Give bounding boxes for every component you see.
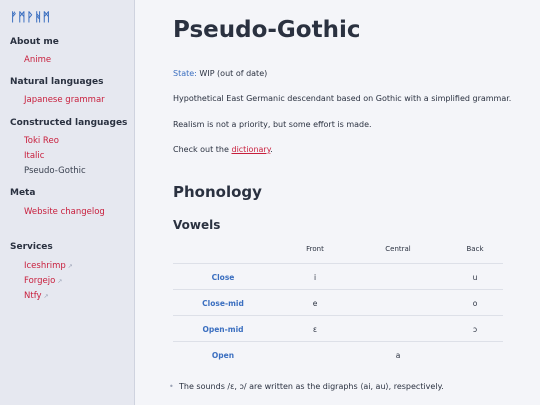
description-text: Hypothetical East Germanic descendant ba… — [173, 94, 512, 103]
sidebar-item-label: Iceshrimp — [24, 261, 66, 271]
vowel-cell: ɔ — [472, 325, 478, 334]
main-content: Pseudo-Gothic State: WIP (out of date) H… — [135, 0, 540, 405]
sidebar-section-meta: Meta — [10, 188, 36, 198]
external-link-icon: ↗ — [43, 293, 49, 300]
sidebar-item-anime[interactable]: Anime — [24, 55, 51, 65]
column-header-back: Back — [466, 245, 484, 253]
check-out-text: Check out the — [173, 145, 229, 154]
row-header-close-mid: Close-mid — [202, 299, 244, 308]
external-link-icon: ↗ — [67, 263, 73, 270]
vowel-cell: u — [472, 273, 478, 282]
row-header-close: Close — [211, 273, 235, 282]
vowel-cell: i — [313, 273, 317, 282]
vowel-cell: ɛ — [312, 325, 318, 334]
column-header-front: Front — [306, 245, 324, 253]
vowel-cell: o — [472, 299, 478, 308]
sidebar-item-label: Forgejo — [24, 276, 56, 286]
sidebar-item-italic[interactable]: Italic — [24, 151, 44, 161]
external-link-icon: ↗ — [57, 278, 63, 285]
period-text: . — [270, 145, 273, 154]
phonology-heading: Phonology — [173, 183, 262, 201]
list-item: The sounds /ɛ, ɔ/ are written as the dig… — [169, 382, 444, 391]
sidebar-section-about-me: About me — [10, 37, 59, 47]
sidebar-item-japanese-grammar[interactable]: Japanese grammar — [24, 95, 105, 105]
sidebar-item-pseudo-gothic[interactable]: Pseudo-Gothic — [24, 166, 86, 176]
vowel-cell: e — [312, 299, 318, 308]
sidebar-section-constructed-languages: Constructed languages — [10, 118, 128, 128]
state-label: State: — [173, 69, 197, 78]
page-title: Pseudo-Gothic — [173, 17, 361, 43]
table-row: Close-mid e o — [173, 289, 503, 315]
sidebar: ᚠᛗᚹᚻᛗ About me Anime Natural languages J… — [0, 0, 135, 405]
sidebar-item-forgejo[interactable]: Forgejo ↗ — [24, 276, 62, 286]
sidebar-section-services: Services — [10, 242, 53, 252]
realism-text: Realism is not a priority, but some effo… — [173, 120, 372, 129]
sidebar-item-toki-reo[interactable]: Toki Reo — [24, 136, 59, 146]
sidebar-item-ntfy[interactable]: Ntfy ↗ — [24, 291, 49, 301]
dictionary-line: Check out the dictionary. — [173, 145, 273, 154]
state-value: WIP (out of date) — [199, 69, 268, 78]
table-row: Open a — [173, 341, 503, 367]
state-line: State: WIP (out of date) — [173, 69, 267, 78]
site-logo[interactable]: ᚠᛗᚹᚻᛗ — [10, 10, 51, 24]
table-row: Close i u — [173, 263, 503, 289]
dictionary-link[interactable]: dictionary — [231, 145, 270, 154]
sidebar-section-natural-languages: Natural languages — [10, 77, 104, 87]
sidebar-item-iceshrimp[interactable]: Iceshrimp ↗ — [24, 261, 73, 271]
table-row: Open-mid ɛ ɔ — [173, 315, 503, 341]
sidebar-item-website-changelog[interactable]: Website changelog — [24, 207, 105, 217]
vowels-heading: Vowels — [173, 218, 221, 232]
vowel-cell: a — [395, 351, 401, 360]
row-header-open: Open — [211, 351, 235, 360]
column-header-central: Central — [385, 245, 411, 253]
sidebar-item-label: Ntfy — [24, 291, 42, 301]
row-header-open-mid: Open-mid — [202, 325, 244, 334]
